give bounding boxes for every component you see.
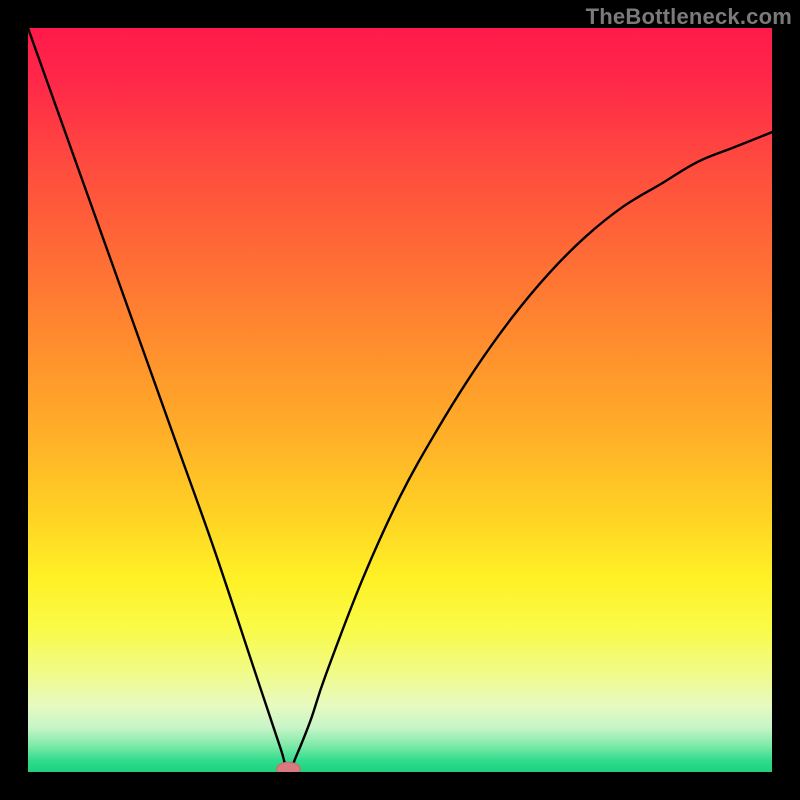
minimum-marker (277, 762, 301, 772)
plot-area (28, 28, 772, 772)
attribution-text: TheBottleneck.com (586, 4, 792, 30)
chart-frame: TheBottleneck.com (0, 0, 800, 800)
chart-svg (28, 28, 772, 772)
gradient-background (28, 28, 772, 772)
